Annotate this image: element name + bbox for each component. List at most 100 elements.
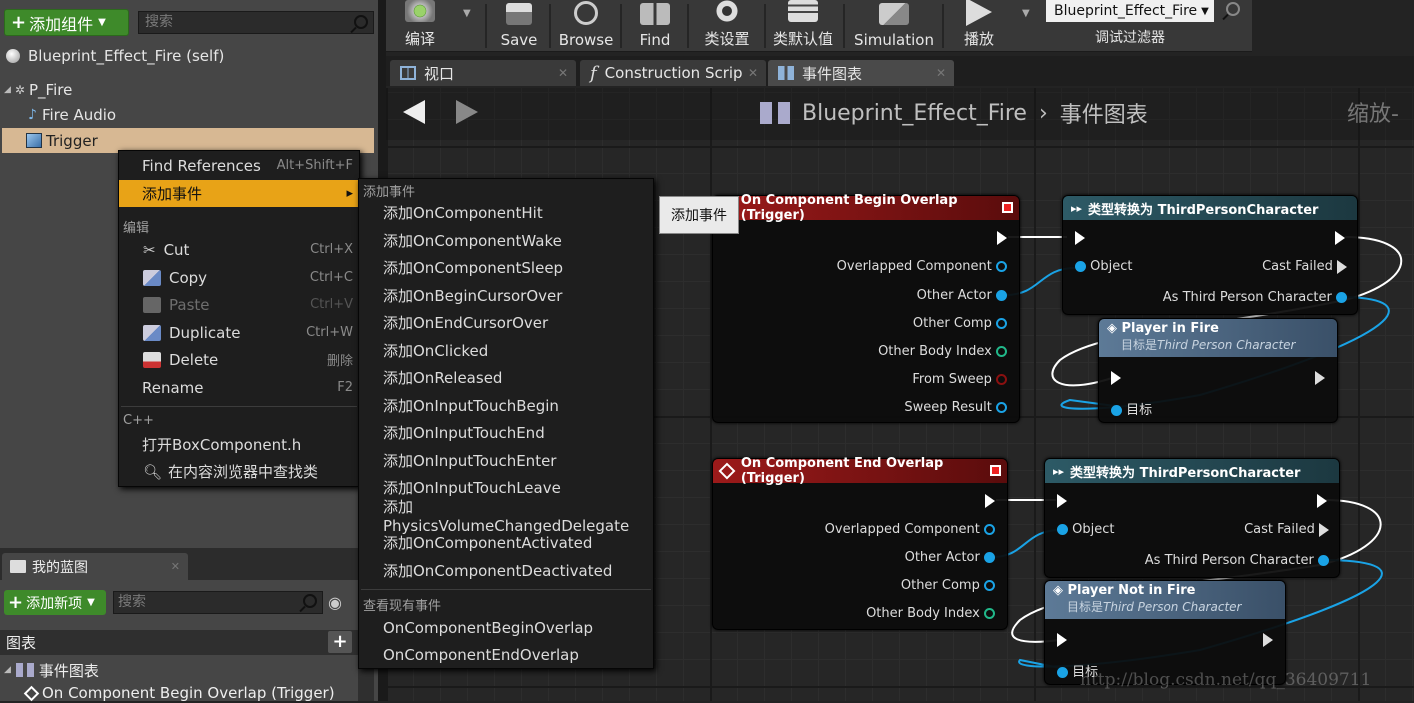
pin-dot[interactable] <box>984 552 995 563</box>
menu-item-add-event-7[interactable]: 添加OnInputTouchBegin <box>359 392 653 419</box>
menu-item-copy[interactable]: Copy Ctrl+C <box>119 264 359 291</box>
pin-other-comp[interactable]: Other Comp <box>913 316 1007 331</box>
function-icon: ◈ <box>1107 321 1117 336</box>
menu-item-add-event-5[interactable]: 添加OnClicked <box>359 337 653 364</box>
exec-out-pin[interactable] <box>1263 633 1273 647</box>
node-title: 类型转换为 ThirdPersonCharacter <box>1070 465 1301 481</box>
pin-sweep-result[interactable]: Sweep Result <box>904 400 1007 415</box>
pin-other-actor[interactable]: Other Actor <box>905 550 995 565</box>
menu-item-add-event-9[interactable]: 添加OnInputTouchEnter <box>359 447 653 474</box>
pin-dot[interactable] <box>1057 524 1068 535</box>
exec-in-pin[interactable] <box>1075 231 1085 245</box>
add-graph-button[interactable]: + <box>328 631 352 653</box>
menu-item-add-event-6[interactable]: 添加OnReleased <box>359 364 653 391</box>
menu-item-existing-end-overlap[interactable]: OnComponentEndOverlap <box>359 641 653 668</box>
pin-as-character[interactable]: As Third Person Character <box>1163 290 1347 305</box>
pin-other-actor[interactable]: Other Actor <box>917 288 1007 303</box>
pin-object[interactable]: Object <box>1057 522 1114 537</box>
menu-item-duplicate[interactable]: Duplicate Ctrl+W <box>119 319 359 346</box>
menu-item-existing-begin-overlap[interactable]: OnComponentBeginOverlap <box>359 614 653 641</box>
node-player-in-fire[interactable]: ◈ Player in Fire 目标是Third Person Charact… <box>1098 318 1338 423</box>
menu-item-add-event-4[interactable]: 添加OnEndCursorOver <box>359 309 653 336</box>
section-graphs[interactable]: 图表 <box>0 630 358 655</box>
menu-item-cut[interactable]: ✂ Cut Ctrl+X <box>119 236 359 263</box>
pin-dot[interactable] <box>996 346 1007 357</box>
menu-item-add-event[interactable]: 添加事件 ▸ <box>119 180 359 207</box>
pin-dot[interactable] <box>996 290 1007 301</box>
pin-label: Object <box>1090 259 1133 274</box>
exec-out-pin[interactable] <box>1317 494 1327 508</box>
menu-item-add-event-2[interactable]: 添加OnComponentSleep <box>359 254 653 281</box>
pin-as-character[interactable]: As Third Person Character <box>1145 553 1329 568</box>
pin-dot[interactable] <box>984 580 995 591</box>
node-cast-1[interactable]: ▸▸ 类型转换为 ThirdPersonCharacter Object Cas… <box>1062 195 1358 315</box>
menu-item-paste[interactable]: Paste Ctrl+V <box>119 291 359 318</box>
pin-dot[interactable] <box>984 608 995 619</box>
menu-item-rename[interactable]: Rename F2 <box>119 374 359 401</box>
node-end-overlap[interactable]: On Component End Overlap (Trigger) Overl… <box>712 456 1008 630</box>
exec-out-pin[interactable] <box>1335 231 1345 245</box>
tab-my-blueprint[interactable]: 我的蓝图 ✕ <box>2 553 188 580</box>
close-icon[interactable]: ✕ <box>171 560 180 573</box>
menu-item-add-event-8[interactable]: 添加OnInputTouchEnd <box>359 419 653 446</box>
delegate-pin-icon[interactable] <box>1002 202 1013 213</box>
exec-out-pin[interactable] <box>985 494 995 508</box>
pin-label: As Third Person Character <box>1162 290 1332 305</box>
pin-dot[interactable] <box>1336 292 1347 303</box>
menu-item-add-event-3[interactable]: 添加OnBeginCursorOver <box>359 282 653 309</box>
node-header: ▸▸ 类型转换为 ThirdPersonCharacter <box>1045 459 1339 483</box>
book-icon <box>10 560 26 573</box>
pin-dot[interactable] <box>1057 667 1068 678</box>
pin-label: Cast Failed <box>1262 259 1333 274</box>
pin-dot[interactable] <box>984 524 995 535</box>
menu-item-delete[interactable]: Delete 删除 <box>119 346 359 373</box>
pin-overlapped-component[interactable]: Overlapped Component <box>825 522 995 537</box>
tree-item-begin-overlap[interactable]: On Component Begin Overlap (Trigger) <box>0 683 358 703</box>
pin-other-body-index[interactable]: Other Body Index <box>878 344 1007 359</box>
pin-dot[interactable] <box>996 318 1007 329</box>
pin-dot[interactable] <box>996 402 1007 413</box>
menu-item-label: Delete <box>169 350 219 369</box>
exec-in-pin[interactable] <box>1057 494 1067 508</box>
menu-item-find-in-browser[interactable]: 🔍︎ 在内容浏览器中查找类 <box>119 458 359 485</box>
pin-dot[interactable] <box>996 374 1007 385</box>
pin-overlapped-component[interactable]: Overlapped Component <box>837 259 1007 274</box>
context-menu: Find References Alt+Shift+F 添加事件 ▸ 编辑 ✂ … <box>118 150 360 487</box>
magnifier-icon: 🔍︎ <box>143 462 163 481</box>
exec-in-pin[interactable] <box>1111 371 1121 385</box>
tree-item-label: On Component Begin Overlap (Trigger) <box>42 684 335 702</box>
pin-target[interactable]: 目标 <box>1111 399 1152 418</box>
pin-dot[interactable] <box>1111 405 1122 416</box>
add-new-button[interactable]: + 添加新项 ▼ <box>4 590 106 615</box>
pin-other-body-index[interactable]: Other Body Index <box>866 606 995 621</box>
eye-icon[interactable]: ◉ <box>328 593 342 612</box>
pin-object[interactable]: Object <box>1075 259 1132 274</box>
blueprint-search-input[interactable]: 搜索 <box>113 591 323 614</box>
pin-other-comp[interactable]: Other Comp <box>901 578 995 593</box>
menu-item-add-event-11[interactable]: 添加PhysicsVolumeChangedDelegate <box>359 498 653 535</box>
collapse-arrow-icon[interactable]: ◢ <box>4 665 11 675</box>
node-title: Player in Fire <box>1121 321 1219 336</box>
delegate-pin-icon[interactable] <box>990 465 1001 476</box>
exec-out-pin[interactable] <box>1319 522 1329 537</box>
exec-out-pin[interactable] <box>997 231 1007 245</box>
search-icon[interactable] <box>303 594 317 608</box>
exec-in-pin[interactable] <box>1057 633 1067 647</box>
menu-item-find-references[interactable]: Find References Alt+Shift+F <box>119 152 359 179</box>
pin-cast-failed[interactable]: Cast Failed <box>1262 259 1347 274</box>
pin-cast-failed[interactable]: Cast Failed <box>1244 522 1329 537</box>
pin-from-sweep[interactable]: From Sweep <box>912 372 1007 387</box>
tree-item-event-graph[interactable]: ◢ 事件图表 <box>0 658 358 682</box>
menu-item-open-header[interactable]: 打开BoxComponent.h <box>119 431 359 458</box>
node-begin-overlap[interactable]: On Component Begin Overlap (Trigger) Ove… <box>712 193 1020 423</box>
menu-item-add-event-1[interactable]: 添加OnComponentWake <box>359 227 653 254</box>
exec-out-pin[interactable] <box>1315 371 1325 385</box>
pin-dot[interactable] <box>1075 261 1086 272</box>
pin-dot[interactable] <box>996 261 1007 272</box>
menu-item-add-event-0[interactable]: 添加OnComponentHit <box>359 199 653 226</box>
menu-item-add-event-13[interactable]: 添加OnComponentDeactivated <box>359 557 653 584</box>
pin-dot[interactable] <box>1318 555 1329 566</box>
exec-out-pin[interactable] <box>1337 259 1347 274</box>
menu-item-add-event-12[interactable]: 添加OnComponentActivated <box>359 529 653 556</box>
node-cast-2[interactable]: ▸▸ 类型转换为 ThirdPersonCharacter Object Cas… <box>1044 458 1340 578</box>
